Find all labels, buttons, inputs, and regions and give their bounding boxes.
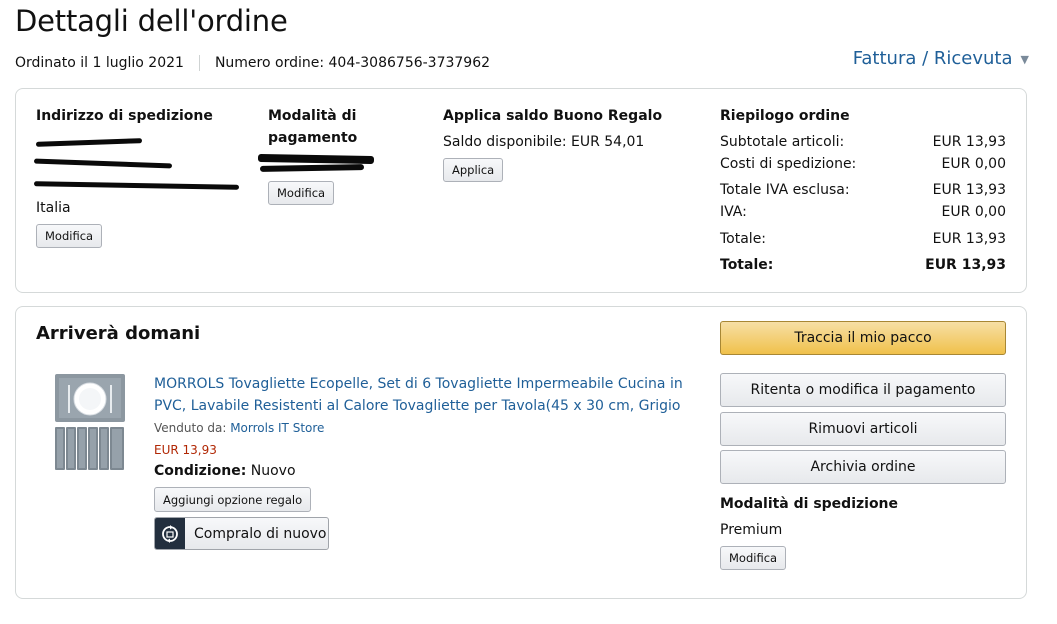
shipping-method-title: Modalità di spedizione [720, 496, 899, 512]
summary-label: Totale: [720, 231, 767, 247]
order-date: Ordinato il 1 luglio 2021 [15, 55, 184, 71]
summary-label: Totale IVA esclusa: [720, 182, 850, 198]
product-condition: Condizione: Nuovo [154, 463, 296, 479]
summary-grand-total-row: Totale: EUR 13,93 [720, 254, 1006, 276]
summary-row: IVA: EUR 0,00 [720, 201, 1006, 223]
add-gift-option-button[interactable]: Aggiungi opzione regalo [154, 487, 312, 512]
invoice-link-label[interactable]: Fattura / Ricevuta [853, 48, 1013, 69]
divider [198, 55, 200, 71]
apply-gift-card-button[interactable]: Applica [443, 158, 504, 182]
gift-card-balance: Saldo disponibile: EUR 54,01 [443, 134, 645, 150]
buy-again-icon [155, 518, 185, 549]
edit-payment-button[interactable]: Modifica [268, 181, 335, 205]
sold-by-label: Venduto da: [154, 421, 231, 435]
gift-card-title: Applica saldo Buono Regalo [443, 108, 663, 124]
shipping-address-title: Indirizzo di spedizione [36, 108, 213, 124]
payment-title-line2: pagamento [268, 130, 358, 146]
summary-value: EUR 0,00 [941, 156, 1006, 172]
payment-title-line1: Modalità di [268, 108, 357, 124]
order-number: Numero ordine: 404-3086756-3737962 [214, 55, 491, 71]
buy-again-icon-svg [162, 524, 178, 543]
condition-value: Nuovo [250, 463, 296, 479]
summary-value: EUR 13,93 [932, 231, 1006, 247]
redaction-mark [259, 164, 365, 172]
order-summary-title: Riepilogo ordine [720, 108, 850, 124]
shipping-country: Italia [36, 200, 71, 216]
redaction-mark [35, 138, 143, 147]
redaction-mark [33, 181, 240, 190]
delivery-status: Arriverà domani [36, 323, 201, 344]
invoice-link[interactable]: Fattura / Ricevuta ▼ [853, 48, 1029, 69]
seller-info: Venduto da: Morrols IT Store [154, 421, 324, 435]
condition-label: Condizione: [154, 463, 247, 479]
seller-link[interactable]: Morrols IT Store [230, 421, 324, 435]
summary-value: EUR 13,93 [932, 182, 1006, 198]
remove-items-button[interactable]: Rimuovi articoli [720, 412, 1006, 446]
summary-value: EUR 13,93 [932, 134, 1006, 150]
retry-payment-button[interactable]: Ritenta o modifica il pagamento [720, 373, 1006, 407]
page-title: Dettagli dell'ordine [15, 4, 288, 38]
summary-row: Totale: EUR 13,93 [720, 228, 1006, 250]
summary-value: EUR 0,00 [941, 204, 1006, 220]
summary-label: Costi di spedizione: [720, 156, 857, 172]
summary-label: IVA: [720, 204, 747, 220]
shipping-method-value: Premium [720, 522, 783, 538]
product-image[interactable] [54, 373, 126, 471]
summary-row: Costi di spedizione: EUR 0,00 [720, 153, 1006, 175]
edit-shipping-method-button[interactable]: Modifica [720, 546, 787, 570]
order-meta: Ordinato il 1 luglio 2021 Numero ordine:… [15, 55, 490, 71]
summary-label: Subtotale articoli: [720, 134, 845, 150]
buy-again-button[interactable]: Compralo di nuovo [154, 517, 329, 550]
edit-address-button[interactable]: Modifica [36, 224, 103, 248]
redaction-mark [33, 158, 173, 169]
summary-row: Subtotale articoli: EUR 13,93 [720, 131, 1006, 153]
buy-again-label: Compralo di nuovo [194, 525, 327, 542]
summary-value: EUR 13,93 [925, 257, 1006, 273]
shipment-box: Arriverà domani MORROLS Tovagliette Ecop… [15, 306, 1027, 599]
product-title-link[interactable]: MORROLS Tovagliette Ecopelle, Set di 6 T… [154, 373, 694, 417]
archive-order-button[interactable]: Archivia ordine [720, 450, 1006, 484]
product-price: EUR 13,93 [154, 443, 217, 457]
chevron-down-icon[interactable]: ▼ [1021, 53, 1029, 66]
product-image-svg [55, 374, 125, 470]
redaction-mark [257, 153, 375, 165]
summary-row: Totale IVA esclusa: EUR 13,93 [720, 179, 1006, 201]
summary-label: Totale: [720, 257, 774, 273]
track-package-button[interactable]: Traccia il mio pacco [720, 321, 1006, 355]
order-info-box: Indirizzo di spedizione Italia Modifica … [15, 88, 1027, 293]
